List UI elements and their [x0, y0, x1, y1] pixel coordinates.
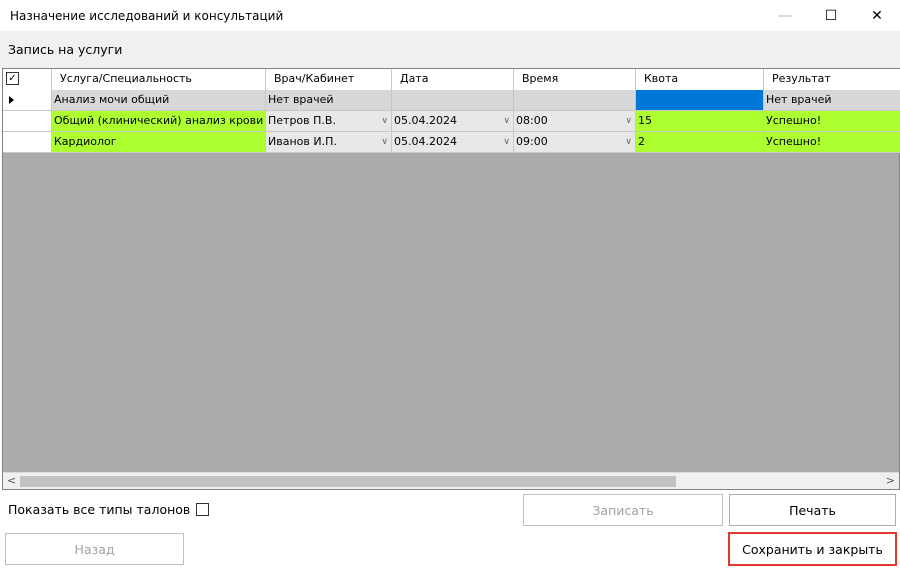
- cell-doctor[interactable]: Нет врачей: [266, 90, 392, 111]
- section-header: Запись на услуги: [0, 31, 900, 68]
- grid-header: ✓ Услуга/Специальность Врач/Кабинет Дата…: [3, 69, 900, 90]
- doctor-value: Петров П.В.: [268, 114, 336, 127]
- print-button[interactable]: Печать: [729, 494, 896, 526]
- minimize-button[interactable]: —: [762, 0, 808, 31]
- cell-result[interactable]: Успешно!: [764, 132, 900, 153]
- cell-result[interactable]: Нет врачей: [764, 90, 900, 111]
- column-header-time[interactable]: Время: [514, 69, 636, 90]
- cell-quota[interactable]: 2: [636, 132, 764, 153]
- row-header[interactable]: [3, 111, 52, 132]
- time-dropdown[interactable]: 08:00 ∨: [514, 111, 636, 132]
- doctor-dropdown[interactable]: Иванов И.П. ∨: [266, 132, 392, 153]
- cell-result[interactable]: Успешно!: [764, 111, 900, 132]
- column-header-date[interactable]: Дата: [392, 69, 514, 90]
- date-value: 05.04.2024: [394, 114, 457, 127]
- register-button[interactable]: Записать: [523, 494, 723, 526]
- column-header-result[interactable]: Результат: [764, 69, 900, 90]
- maximize-button[interactable]: ☐: [808, 0, 854, 31]
- cell-quota-selected[interactable]: [636, 90, 764, 111]
- cell-service[interactable]: Общий (клинический) анализ крови: [52, 111, 266, 132]
- chevron-down-icon[interactable]: ∨: [381, 132, 388, 152]
- section-title: Запись на услуги: [8, 42, 123, 57]
- show-all-tickets-option[interactable]: Показать все типы талонов: [8, 502, 210, 517]
- chevron-down-icon[interactable]: ∨: [503, 132, 510, 152]
- doctor-dropdown[interactable]: Петров П.В. ∨: [266, 111, 392, 132]
- chevron-down-icon[interactable]: ∨: [381, 111, 388, 131]
- close-button[interactable]: ✕: [854, 0, 900, 31]
- table-row[interactable]: Анализ мочи общий Нет врачей Нет врачей: [3, 90, 900, 111]
- time-value: 09:00: [516, 135, 548, 148]
- table-row[interactable]: Общий (клинический) анализ крови Петров …: [3, 111, 900, 132]
- column-header-doctor[interactable]: Врач/Кабинет: [266, 69, 392, 90]
- date-value: 05.04.2024: [394, 135, 457, 148]
- cell-service[interactable]: Анализ мочи общий: [52, 90, 266, 111]
- cell-service[interactable]: Кардиолог: [52, 132, 266, 153]
- select-all-checkbox[interactable]: ✓: [6, 72, 19, 85]
- date-dropdown[interactable]: 05.04.2024 ∨: [392, 132, 514, 153]
- save-and-close-button[interactable]: Сохранить и закрыть: [728, 532, 897, 566]
- window-title: Назначение исследований и консультаций: [10, 9, 284, 23]
- current-row-icon: [9, 96, 14, 104]
- column-header-quota[interactable]: Квота: [636, 69, 764, 90]
- chevron-down-icon[interactable]: ∨: [625, 111, 632, 131]
- select-all-cell[interactable]: ✓: [3, 69, 52, 90]
- row-header[interactable]: [3, 132, 52, 153]
- scrollbar-thumb[interactable]: [20, 476, 676, 487]
- row-header[interactable]: [3, 90, 52, 111]
- show-all-tickets-label: Показать все типы талонов: [8, 502, 191, 517]
- services-grid[interactable]: ✓ Услуга/Специальность Врач/Кабинет Дата…: [2, 68, 900, 490]
- show-all-tickets-checkbox[interactable]: [196, 503, 210, 516]
- horizontal-scrollbar[interactable]: < >: [3, 472, 899, 489]
- time-dropdown[interactable]: 09:00 ∨: [514, 132, 636, 153]
- scroll-right-icon[interactable]: >: [886, 474, 895, 487]
- chevron-down-icon[interactable]: ∨: [625, 132, 632, 152]
- back-button[interactable]: Назад: [5, 533, 184, 565]
- cell-quota[interactable]: 15: [636, 111, 764, 132]
- cell-time[interactable]: [514, 90, 636, 111]
- scroll-left-icon[interactable]: <: [7, 474, 16, 487]
- title-bar: Назначение исследований и консультаций —…: [0, 0, 900, 31]
- cell-date[interactable]: [392, 90, 514, 111]
- doctor-value: Иванов И.П.: [268, 135, 337, 148]
- table-row[interactable]: Кардиолог Иванов И.П. ∨ 05.04.2024 ∨ 09:…: [3, 132, 900, 153]
- date-dropdown[interactable]: 05.04.2024 ∨: [392, 111, 514, 132]
- chevron-down-icon[interactable]: ∨: [503, 111, 510, 131]
- column-header-service[interactable]: Услуга/Специальность: [52, 69, 266, 90]
- time-value: 08:00: [516, 114, 548, 127]
